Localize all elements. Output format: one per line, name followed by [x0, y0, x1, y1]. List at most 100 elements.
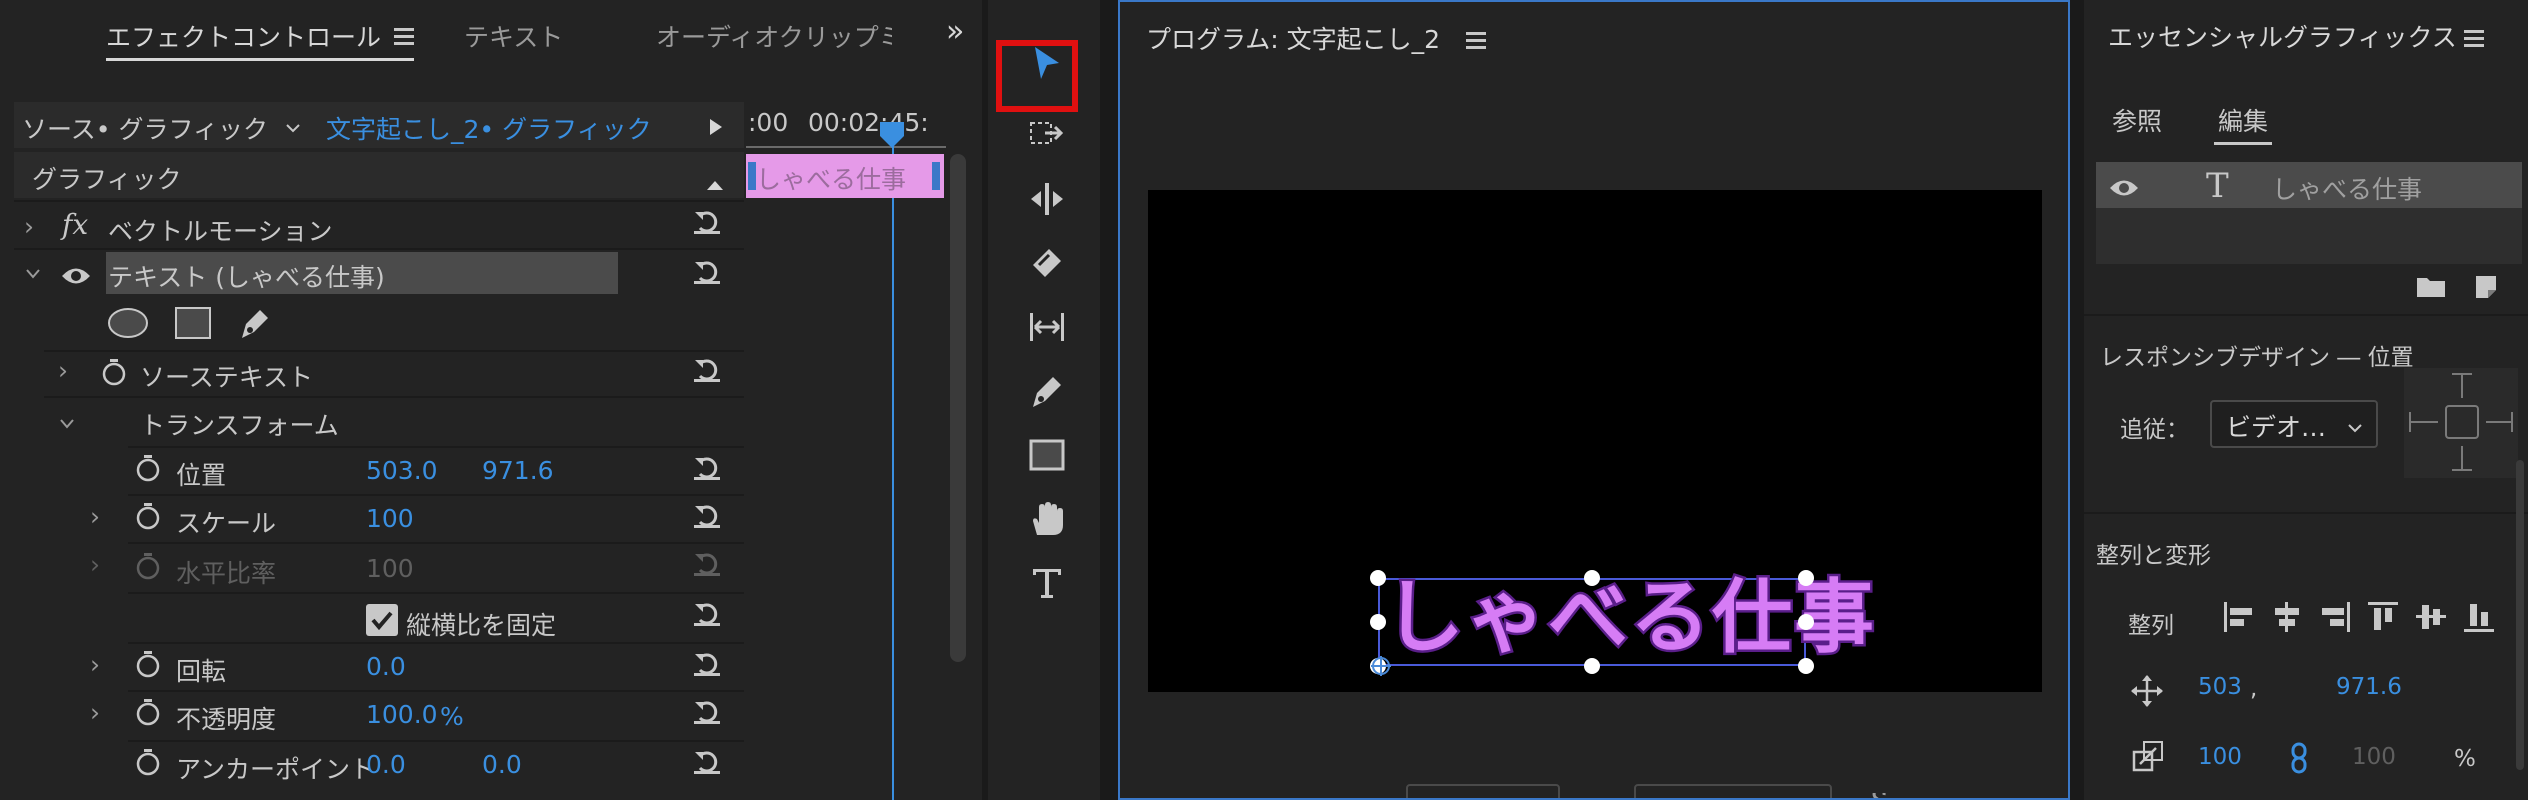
new-group-folder-icon[interactable]	[2416, 274, 2446, 304]
transform-handle[interactable]	[1798, 658, 1814, 674]
hand-tool[interactable]	[1022, 494, 1072, 544]
razor-tool[interactable]	[1022, 238, 1072, 288]
collapse-arrow-text[interactable]	[24, 258, 42, 287]
pen-mask-icon[interactable]	[236, 304, 274, 348]
type-tool[interactable]	[1022, 558, 1072, 608]
align-top-icon[interactable]	[2366, 600, 2400, 640]
layer-name[interactable]: しゃべる仕事	[2272, 170, 2422, 206]
stopwatch-icon[interactable]	[134, 454, 160, 482]
ellipse-mask-icon[interactable]	[106, 306, 150, 346]
align-right-icon[interactable]	[2318, 600, 2352, 640]
row-separator	[128, 592, 744, 594]
new-layer-icon[interactable]	[2472, 274, 2498, 306]
expand-arrow-vector[interactable]: ›	[24, 212, 34, 241]
stopwatch-icon	[134, 552, 160, 580]
rectangle-tool[interactable]	[1022, 430, 1072, 480]
stopwatch-icon[interactable]	[100, 358, 126, 386]
timeline-timecode-start: :00	[748, 108, 789, 137]
ripple-edit-tool[interactable]	[1022, 174, 1072, 224]
timeline-ruler	[746, 140, 946, 148]
reset-icon[interactable]	[692, 452, 722, 482]
rectangle-mask-icon[interactable]	[174, 306, 212, 346]
reset-icon[interactable]	[692, 500, 722, 530]
timeline-scrollbar[interactable]	[950, 154, 966, 662]
align-bottom-icon[interactable]	[2462, 600, 2496, 640]
chevron-down-icon[interactable]	[2346, 414, 2364, 443]
reset-icon[interactable]	[692, 598, 722, 628]
stopwatch-icon[interactable]	[134, 748, 160, 776]
clip-selector[interactable]: 文字起こし_2• グラフィック	[326, 110, 652, 146]
tab-effect-controls[interactable]: エフェクトコントロール	[106, 18, 381, 54]
tab-overflow-icon[interactable]: »	[946, 14, 964, 49]
source-selector[interactable]: ソース• グラフィック	[22, 110, 268, 146]
reset-icon[interactable]	[692, 648, 722, 678]
panel-menu-icon[interactable]	[394, 28, 414, 49]
stopwatch-icon[interactable]	[134, 698, 160, 726]
anchor-x-value[interactable]: 0.0	[366, 750, 406, 779]
align-center-h-icon[interactable]	[2270, 600, 2304, 640]
pin-position-widget[interactable]	[2404, 368, 2518, 478]
transform-handle[interactable]	[1798, 570, 1814, 586]
scale-value[interactable]: 100	[2198, 744, 2242, 770]
position-x-value[interactable]: 503.0	[366, 456, 438, 485]
reset-icon[interactable]	[692, 354, 722, 384]
collapse-arrow-transform[interactable]	[58, 408, 76, 437]
stopwatch-icon[interactable]	[134, 650, 160, 678]
stopwatch-icon[interactable]	[134, 502, 160, 530]
follow-label: 追従：	[2120, 417, 2189, 443]
tab-edit[interactable]: 編集	[2218, 102, 2268, 138]
collapse-up-icon[interactable]	[706, 168, 724, 197]
row-separator	[128, 740, 744, 742]
eye-icon[interactable]	[2108, 176, 2140, 205]
position-y-value[interactable]: 971.6	[2336, 674, 2402, 700]
quality-dropdown[interactable]	[1634, 784, 1832, 798]
expand-arrow-scale[interactable]: ›	[90, 502, 100, 531]
panel-menu-icon[interactable]	[2464, 30, 2484, 51]
scale-width-label: 水平比率	[176, 559, 277, 588]
slip-tool[interactable]	[1022, 302, 1072, 352]
fit-dropdown[interactable]	[1406, 784, 1560, 798]
transform-handle[interactable]	[1584, 658, 1600, 674]
expand-arrow-rotation[interactable]: ›	[90, 650, 100, 679]
panel-menu-icon[interactable]	[1466, 32, 1486, 53]
align-center-v-icon[interactable]	[2414, 600, 2448, 640]
transform-handle[interactable]	[1798, 614, 1814, 630]
pen-tool[interactable]	[1022, 366, 1072, 416]
link-icon[interactable]	[2288, 742, 2310, 780]
position-y-value[interactable]: 971.6	[482, 456, 554, 485]
scale-value[interactable]: 100	[366, 504, 414, 533]
timeline-clip-label: しゃべる仕事	[756, 165, 907, 194]
expand-arrow-scale-width: ›	[90, 550, 100, 579]
position-x-value[interactable]: 503	[2198, 674, 2242, 700]
anchor-y-value[interactable]: 0.0	[482, 750, 522, 779]
transform-handle[interactable]	[1584, 570, 1600, 586]
tab-audio-clip-mixer[interactable]: オーディオクリップミ	[656, 18, 892, 54]
play-icon[interactable]	[708, 114, 724, 143]
expand-arrow-opacity[interactable]: ›	[90, 698, 100, 727]
opacity-label: 不透明度	[176, 705, 277, 734]
clip-handle-right[interactable]	[932, 162, 940, 190]
track-select-tool[interactable]	[1022, 110, 1072, 160]
align-left-icon[interactable]	[2222, 600, 2256, 640]
reset-icon[interactable]	[692, 746, 722, 776]
clip-handle-left[interactable]	[748, 162, 756, 190]
reset-icon[interactable]	[692, 696, 722, 726]
expand-arrow-source-text[interactable]: ›	[58, 356, 68, 385]
rotation-value[interactable]: 0.0	[366, 652, 406, 681]
video-frame[interactable]: しゃべる仕事	[1148, 190, 2042, 692]
scale-label: スケール	[176, 509, 277, 538]
scrollbar[interactable]	[2516, 460, 2524, 770]
uniform-scale-checkbox[interactable]	[366, 604, 398, 636]
reset-icon[interactable]	[692, 206, 722, 236]
transform-handle[interactable]	[1370, 614, 1386, 630]
opacity-value[interactable]: 100.0	[366, 700, 438, 729]
eye-icon[interactable]	[60, 264, 92, 293]
reset-icon[interactable]	[692, 256, 722, 286]
essential-graphics-title: エッセンシャルグラフィックス	[2108, 23, 2457, 52]
wrench-icon[interactable]	[1866, 786, 1890, 798]
tab-text[interactable]: テキスト	[464, 18, 563, 54]
anchor-point-icon[interactable]	[1370, 654, 1392, 683]
tab-browse[interactable]: 参照	[2112, 102, 2162, 138]
transform-handle[interactable]	[1370, 570, 1386, 586]
chevron-down-icon[interactable]	[284, 114, 302, 143]
